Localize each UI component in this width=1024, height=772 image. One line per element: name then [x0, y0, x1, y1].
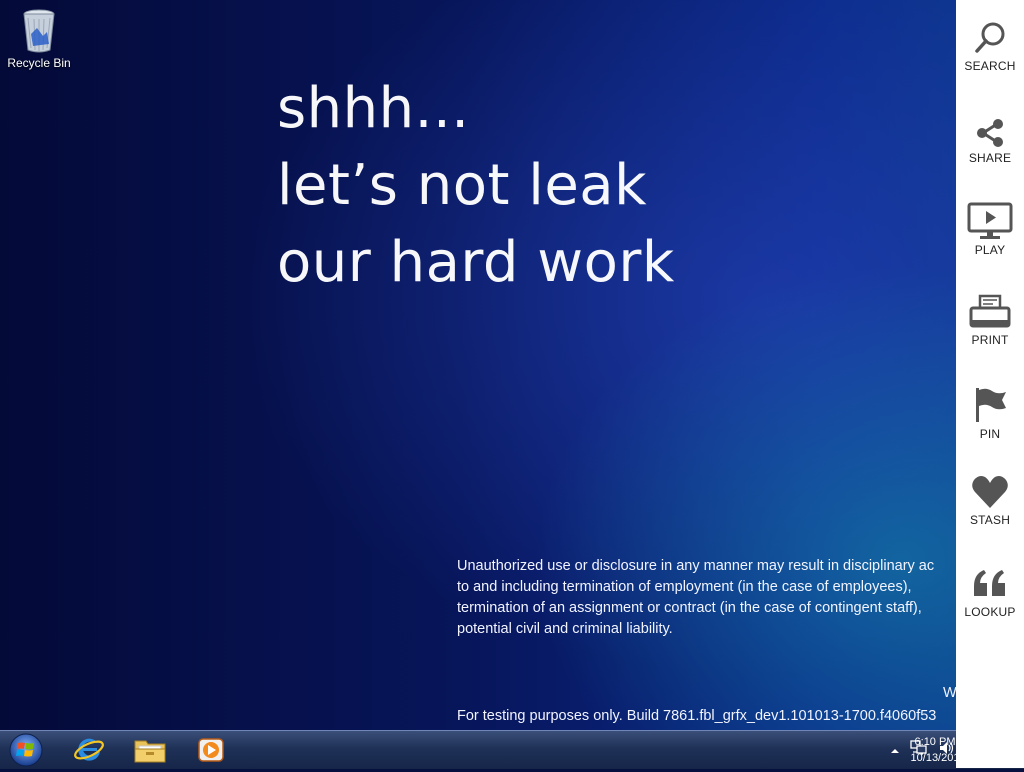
headline-line-3: our hard work — [277, 230, 675, 295]
taskbar-file-explorer[interactable] — [122, 733, 178, 767]
charm-share[interactable]: SHARE — [956, 118, 1024, 198]
charm-print[interactable]: PRINT — [956, 294, 1024, 374]
headline-line-1: shhh... — [277, 76, 470, 141]
desktop: Recycle Bin shhh... let’s not leak our h… — [0, 0, 1024, 730]
headline-line-2: let’s not leak — [277, 153, 648, 218]
search-icon — [975, 22, 1005, 53]
charm-pin[interactable]: PIN — [956, 386, 1024, 466]
show-hidden-icons-chevron-icon[interactable] — [890, 741, 900, 760]
file-explorer-icon — [134, 740, 166, 763]
charm-bar: SEARCH SHARE PLAY PRINT PIN STASH LOOKUP — [956, 0, 1024, 768]
charm-search[interactable]: SEARCH — [956, 20, 1024, 100]
charm-play[interactable]: PLAY — [956, 202, 1024, 282]
charm-play-label: PLAY — [974, 243, 1006, 257]
charm-print-label: PRINT — [971, 333, 1009, 347]
windows-orb-icon — [9, 733, 43, 767]
charm-pin-label: PIN — [979, 427, 1001, 441]
recycle-bin-shortcut[interactable]: Recycle Bin — [6, 6, 72, 70]
build-info-text: For testing purposes only. Build 7861.fb… — [457, 708, 937, 724]
charm-share-label: SHARE — [968, 151, 1012, 165]
headline: shhh... let’s not leak our hard work — [277, 70, 675, 301]
recycle-bin-icon — [23, 9, 55, 53]
play-icon — [967, 202, 1013, 239]
quote-icon — [974, 570, 1005, 596]
recycle-bin-label: Recycle Bin — [7, 56, 71, 70]
charm-stash[interactable]: STASH — [956, 474, 1024, 554]
charm-stash-label: STASH — [969, 513, 1011, 527]
charm-search-label: SEARCH — [964, 59, 1016, 73]
watermark-text: W — [943, 685, 957, 701]
media-player-icon — [198, 738, 224, 762]
printer-icon — [969, 294, 1011, 328]
internet-explorer-icon — [74, 738, 104, 761]
share-icon — [977, 119, 1003, 147]
start-button[interactable] — [6, 732, 46, 768]
charm-lookup-label: LOOKUP — [964, 605, 1016, 619]
heart-icon — [972, 476, 1008, 508]
charm-lookup[interactable]: LOOKUP — [956, 566, 1024, 646]
taskbar-internet-explorer[interactable] — [61, 733, 117, 767]
taskbar-media-player[interactable] — [183, 733, 239, 767]
disclaimer-text: Unauthorized use or disclosure in any ma… — [457, 558, 935, 637]
flag-icon — [976, 388, 1006, 422]
taskbar: 6:10 PM 10/13/201 — [0, 730, 1024, 769]
